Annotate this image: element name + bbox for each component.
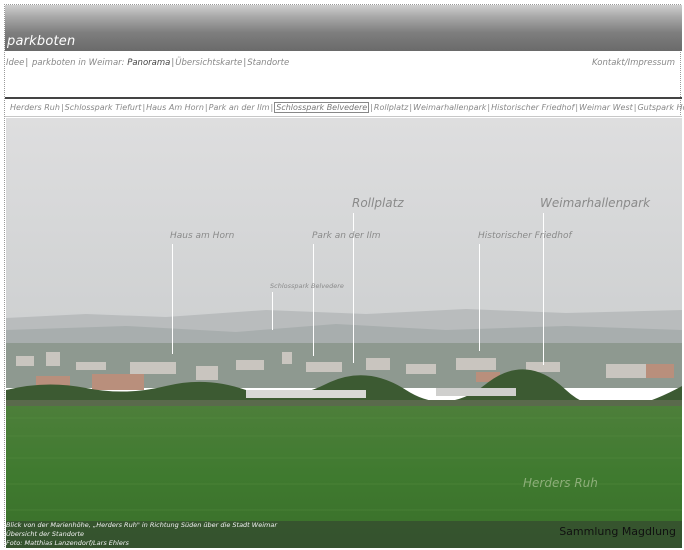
caption-line-3: Foto: Matthias Lanzendorf/Lars Ehlers — [6, 539, 129, 547]
loc-historischer-friedhof[interactable]: Historischer Friedhof — [491, 103, 574, 112]
loc-haus-am-horn[interactable]: Haus Am Horn — [146, 103, 204, 112]
loc-separator: | — [487, 103, 491, 112]
loc-separator: | — [60, 103, 64, 112]
loc-park-an-der-ilm[interactable]: Park an der Ilm — [209, 103, 270, 112]
panorama-photo: Haus am Horn Schlosspark Belvedere Park … — [6, 118, 682, 548]
loc-weimarhallenpark[interactable]: Weimarhallenpark — [413, 103, 486, 112]
nav-impressum[interactable]: Impressum — [628, 58, 675, 68]
pin-haus-am-horn — [172, 244, 173, 354]
loc-separator: | — [142, 103, 146, 112]
label-schlosspark-belvedere[interactable]: Schlosspark Belvedere — [270, 282, 344, 290]
label-rollplatz[interactable]: Rollplatz — [352, 196, 404, 210]
nav-separator: | — [25, 58, 29, 68]
label-weimarhallenpark[interactable]: Weimarhallenpark — [540, 196, 650, 210]
label-park-an-der-ilm[interactable]: Park an der Ilm — [312, 231, 381, 241]
loc-separator: | — [204, 103, 208, 112]
loc-schlosspark-tiefurt[interactable]: Schlosspark Tiefurt — [65, 103, 142, 112]
pin-historischer-friedhof — [479, 244, 480, 351]
right-navigation: Kontakt/Impressum — [592, 58, 675, 68]
loc-rollplatz[interactable]: Rollplatz — [374, 103, 408, 112]
nav-uebersichtskarte[interactable]: Übersichtskarte — [175, 58, 242, 68]
divider — [5, 97, 682, 99]
loc-gutspark-holzdorf[interactable]: Gutspark Holzdorf — [637, 103, 684, 112]
header-banner — [5, 5, 682, 51]
nav-separator: | — [171, 58, 175, 68]
pin-park-an-der-ilm — [313, 244, 314, 356]
nav-idee[interactable]: Idee — [6, 58, 24, 68]
caption-line-2: Übersicht der Standorte — [6, 530, 85, 538]
nav-panorama[interactable]: Panorama — [127, 58, 170, 68]
nav-separator: | — [243, 58, 247, 68]
loc-schlosspark-belvedere[interactable]: Schlosspark Belvedere — [274, 102, 370, 113]
loc-separator: | — [575, 103, 579, 112]
pin-schlosspark-belvedere — [272, 292, 273, 330]
top-navigation: Idee| parkboten in Weimar: Panorama|Über… — [6, 58, 289, 68]
label-herders-ruh[interactable]: Herders Ruh — [523, 476, 598, 490]
loc-separator: | — [409, 103, 413, 112]
location-navigation: Herders Ruh|Schlosspark Tiefurt|Haus Am … — [10, 102, 684, 113]
site-title[interactable]: parkboten — [7, 34, 75, 49]
label-historischer-friedhof[interactable]: Historischer Friedhof — [478, 231, 572, 241]
loc-herders-ruh[interactable]: Herders Ruh — [10, 103, 60, 112]
nav-standorte[interactable]: Standorte — [247, 58, 289, 68]
loc-separator: | — [270, 103, 274, 112]
nav-kontakt[interactable]: Kontakt — [592, 58, 625, 68]
nav-weimar-label: parkboten in Weimar: — [31, 58, 125, 68]
caption-line-1: Blick von der Marienhöhe, „Herders Ruh" … — [6, 521, 278, 529]
label-haus-am-horn[interactable]: Haus am Horn — [170, 231, 234, 241]
loc-weimar-west[interactable]: Weimar West — [579, 103, 633, 112]
loc-separator: | — [370, 103, 373, 112]
watermark: Sammlung Magdlung — [559, 525, 676, 538]
divider — [5, 116, 682, 117]
